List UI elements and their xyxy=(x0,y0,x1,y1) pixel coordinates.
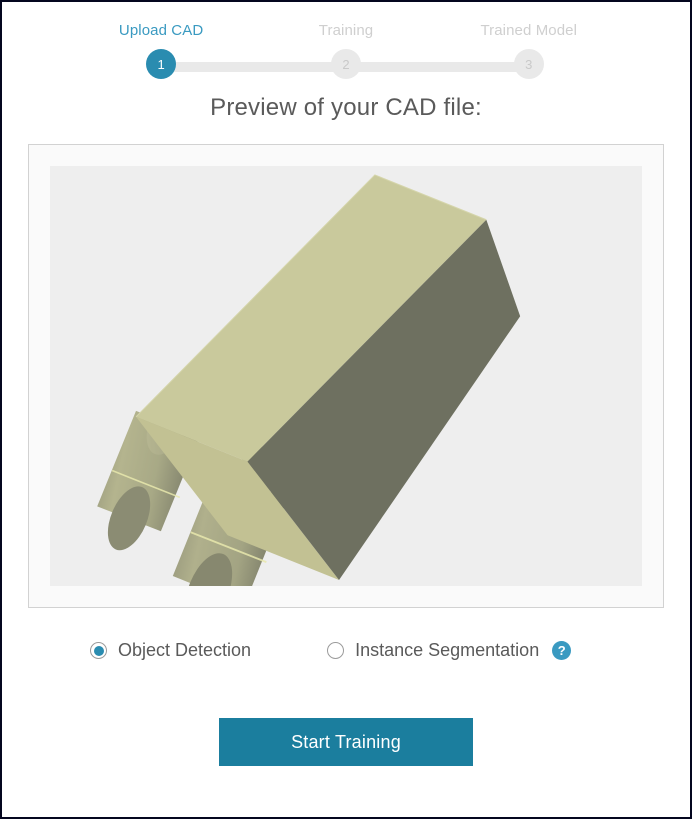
action-row: Start Training xyxy=(2,718,690,766)
radio-option-instance-segmentation[interactable]: Instance Segmentation ? xyxy=(327,640,572,661)
cad-preview-panel xyxy=(28,144,664,608)
step-circle-3[interactable]: 3 xyxy=(513,49,544,79)
app-window: Upload CAD Training Trained Model 1 2 3 … xyxy=(0,0,692,819)
radio-icon-object-detection[interactable] xyxy=(90,642,107,659)
start-training-button[interactable]: Start Training xyxy=(219,718,473,766)
cad-model-render xyxy=(97,174,521,586)
step-circle-1[interactable]: 1 xyxy=(146,49,177,79)
radio-icon-instance-segmentation[interactable] xyxy=(327,642,345,659)
stepper-track: 1 2 3 xyxy=(131,49,561,85)
step-label-training[interactable]: Training xyxy=(319,22,373,39)
detection-mode-options: Object Detection Instance Segmentation ? xyxy=(2,640,690,661)
stepper-labels: Upload CAD Training Trained Model xyxy=(119,22,577,44)
step-label-trained-model[interactable]: Trained Model xyxy=(480,22,577,39)
radio-label-object-detection: Object Detection xyxy=(118,640,252,660)
radio-option-object-detection[interactable]: Object Detection xyxy=(90,640,251,661)
question-mark-icon[interactable]: ? xyxy=(552,641,572,660)
step-label-upload-cad[interactable]: Upload CAD xyxy=(119,22,203,39)
step-circle-2[interactable]: 2 xyxy=(331,49,361,79)
page-title: Preview of your CAD file: xyxy=(210,94,482,121)
progress-stepper: Upload CAD Training Trained Model 1 2 3 xyxy=(119,2,577,79)
radio-label-instance-segmentation: Instance Segmentation xyxy=(355,640,540,660)
cad-preview-canvas[interactable] xyxy=(50,166,642,586)
